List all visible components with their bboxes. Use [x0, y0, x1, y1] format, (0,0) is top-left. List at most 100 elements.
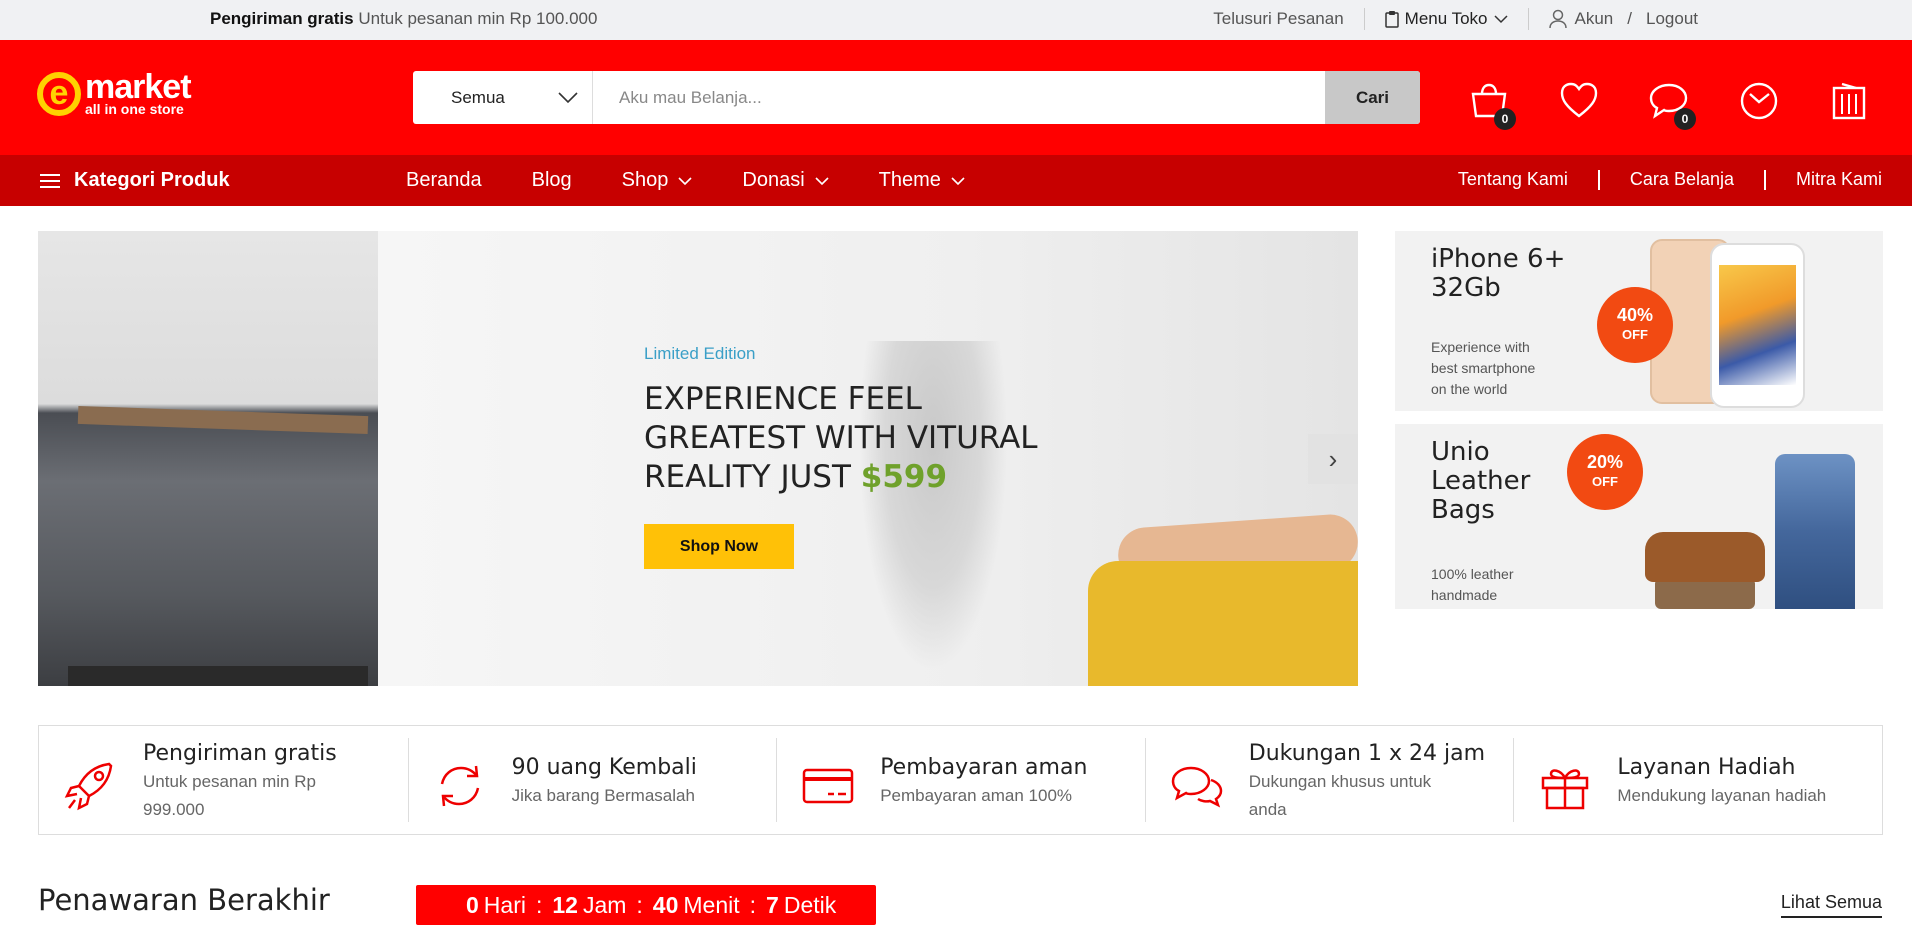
credit-card-icon: [802, 768, 854, 804]
store-button[interactable]: [1828, 80, 1870, 122]
discount-label: OFF: [1622, 327, 1648, 342]
discount-badge: 40% OFF: [1597, 287, 1673, 363]
iphone-image: [1650, 239, 1820, 411]
nav-item-donasi[interactable]: Donasi: [742, 169, 829, 192]
hero-slider: Limited Edition EXPERIENCE FEEL GREATEST…: [38, 231, 1358, 686]
about-link[interactable]: Tentang Kami: [1458, 169, 1568, 190]
user-icon: [1548, 9, 1567, 29]
divider: [1527, 8, 1529, 30]
discount-value: 20%: [1586, 452, 1624, 472]
history-button[interactable]: [1738, 80, 1780, 122]
discount-badge: 20% OFF: [1567, 434, 1643, 510]
feature-item: Pengiriman gratis Untuk pesanan min Rp 9…: [39, 726, 408, 834]
hamburger-icon: [40, 173, 60, 188]
site-logo[interactable]: e market all in one store: [37, 68, 192, 116]
logo-mark: e: [37, 72, 81, 116]
divider: [1763, 169, 1766, 190]
messages-count-badge: 0: [1674, 108, 1696, 130]
logout-link[interactable]: Logout: [1646, 9, 1698, 29]
cart-button[interactable]: 0: [1468, 80, 1516, 130]
building-icon: [1832, 82, 1866, 120]
menu-toko-dropdown[interactable]: Menu Toko: [1384, 9, 1508, 29]
discount-label: OFF: [1592, 474, 1618, 489]
feature-title: Dukungan 1 x 24 jam: [1248, 741, 1486, 766]
nav-item-blog[interactable]: Blog: [532, 169, 572, 192]
discount-value: 40%: [1616, 305, 1654, 325]
product-category-label: Kategori Produk: [74, 169, 230, 191]
track-order-link[interactable]: Telusuri Pesanan: [1213, 9, 1343, 29]
promo-title-line: iPhone 6+: [1431, 244, 1566, 274]
feature-subtitle: Dukungan khusus untuk: [1248, 772, 1432, 791]
feature-item: Pembayaran aman Pembayaran aman 100%: [776, 726, 1145, 834]
chevron-down-icon: [1493, 15, 1508, 24]
nav-item-theme[interactable]: Theme: [879, 169, 965, 192]
promo-desc-line: Experience with: [1431, 339, 1530, 355]
divider: [1363, 8, 1365, 30]
feature-item: 90 uang Kembali Jika barang Bermasalah: [407, 726, 777, 834]
partners-link[interactable]: Mitra Kami: [1796, 169, 1882, 190]
promo-description: Experience with best smartphone on the w…: [1431, 337, 1535, 400]
feature-item: Layanan Hadiah Mendukung layanan hadiah: [1513, 726, 1882, 834]
rocket-icon: [64, 762, 113, 811]
main-header: e market all in one store Semua Cari 0 0: [0, 40, 1912, 155]
feature-title: Layanan Hadiah: [1617, 755, 1796, 780]
countdown-hours-label: Jam: [582, 891, 627, 918]
feature-title: Pengiriman gratis: [143, 741, 337, 766]
hero-headline: EXPERIENCE FEEL GREATEST WITH VITURAL RE…: [644, 380, 1038, 497]
divider: [1597, 169, 1600, 190]
countdown-colon: :: [749, 891, 757, 918]
promo-description: 100% leather handmade: [1431, 564, 1514, 606]
menu-toko-label: Menu Toko: [1404, 9, 1488, 28]
countdown-minutes: 40: [652, 891, 679, 918]
hero-headline-text: REALITY JUST: [644, 459, 861, 495]
promo-desc-line: on the world: [1431, 381, 1508, 397]
promo-title-line: Leather: [1431, 466, 1531, 496]
product-category-toggle[interactable]: Kategori Produk: [40, 169, 230, 192]
nav-item-shop[interactable]: Shop: [622, 169, 693, 192]
messages-button[interactable]: 0: [1648, 80, 1696, 130]
feature-title: 90 uang Kembali: [511, 755, 697, 780]
promo-banner-bags[interactable]: Unio Leather Bags 100% leather handmade …: [1395, 424, 1883, 609]
promo-desc-line: handmade: [1431, 587, 1498, 603]
slider-next-button[interactable]: ›: [1308, 434, 1358, 484]
chevron-down-icon: [558, 91, 578, 103]
feature-title: Pembayaran aman: [880, 755, 1088, 780]
chevron-down-icon: [951, 176, 965, 185]
hero-headline-line: EXPERIENCE FEEL: [644, 381, 922, 417]
search-input[interactable]: [593, 71, 1325, 124]
nav-menu: Beranda Blog Shop Donasi Theme: [406, 169, 1015, 192]
leather-bag-image: [1625, 454, 1865, 609]
header-icons: 0 0: [1468, 80, 1870, 130]
promo-banner-iphone[interactable]: iPhone 6+ 32Gb Experience with best smar…: [1395, 231, 1883, 411]
wishlist-button[interactable]: [1558, 80, 1600, 122]
chevron-right-icon: ›: [1328, 443, 1338, 474]
search-category-value: Semua: [451, 87, 505, 107]
nav-secondary-links: Tentang Kami Cara Belanja Mitra Kami: [1458, 169, 1882, 190]
countdown-days: 0: [466, 891, 479, 918]
countdown-minutes-label: Menit: [683, 891, 740, 918]
account-link[interactable]: Akun: [1575, 9, 1614, 29]
chat-support-icon: [1171, 766, 1223, 808]
shop-now-button[interactable]: Shop Now: [644, 524, 794, 569]
countdown-colon: :: [636, 891, 643, 918]
hero-content: Limited Edition EXPERIENCE FEEL GREATEST…: [644, 344, 1038, 569]
see-all-link[interactable]: Lihat Semua: [1780, 892, 1882, 918]
logo-name: market: [85, 68, 192, 106]
search-category-select[interactable]: Semua: [413, 71, 593, 124]
section-title: Penawaran Berakhir: [38, 883, 330, 917]
nav-item-beranda[interactable]: Beranda: [406, 169, 482, 192]
clock-icon: [1740, 82, 1778, 120]
gift-icon: [1542, 769, 1589, 810]
feature-subtitle: 999.000: [143, 800, 205, 819]
hero-sofa-image: [1088, 561, 1358, 686]
refresh-icon: [440, 765, 479, 807]
hero-tag: Limited Edition: [644, 344, 756, 363]
chevron-down-icon: [815, 176, 829, 185]
countdown-hours: 12: [552, 891, 578, 918]
search-button[interactable]: Cari: [1325, 71, 1420, 124]
slash-separator: /: [1627, 9, 1632, 28]
top-bar: Pengiriman gratis Untuk pesanan min Rp 1…: [0, 0, 1912, 40]
feature-subtitle: Untuk pesanan min Rp: [143, 772, 316, 791]
how-to-shop-link[interactable]: Cara Belanja: [1630, 169, 1734, 190]
hero-price: $599: [860, 459, 948, 495]
